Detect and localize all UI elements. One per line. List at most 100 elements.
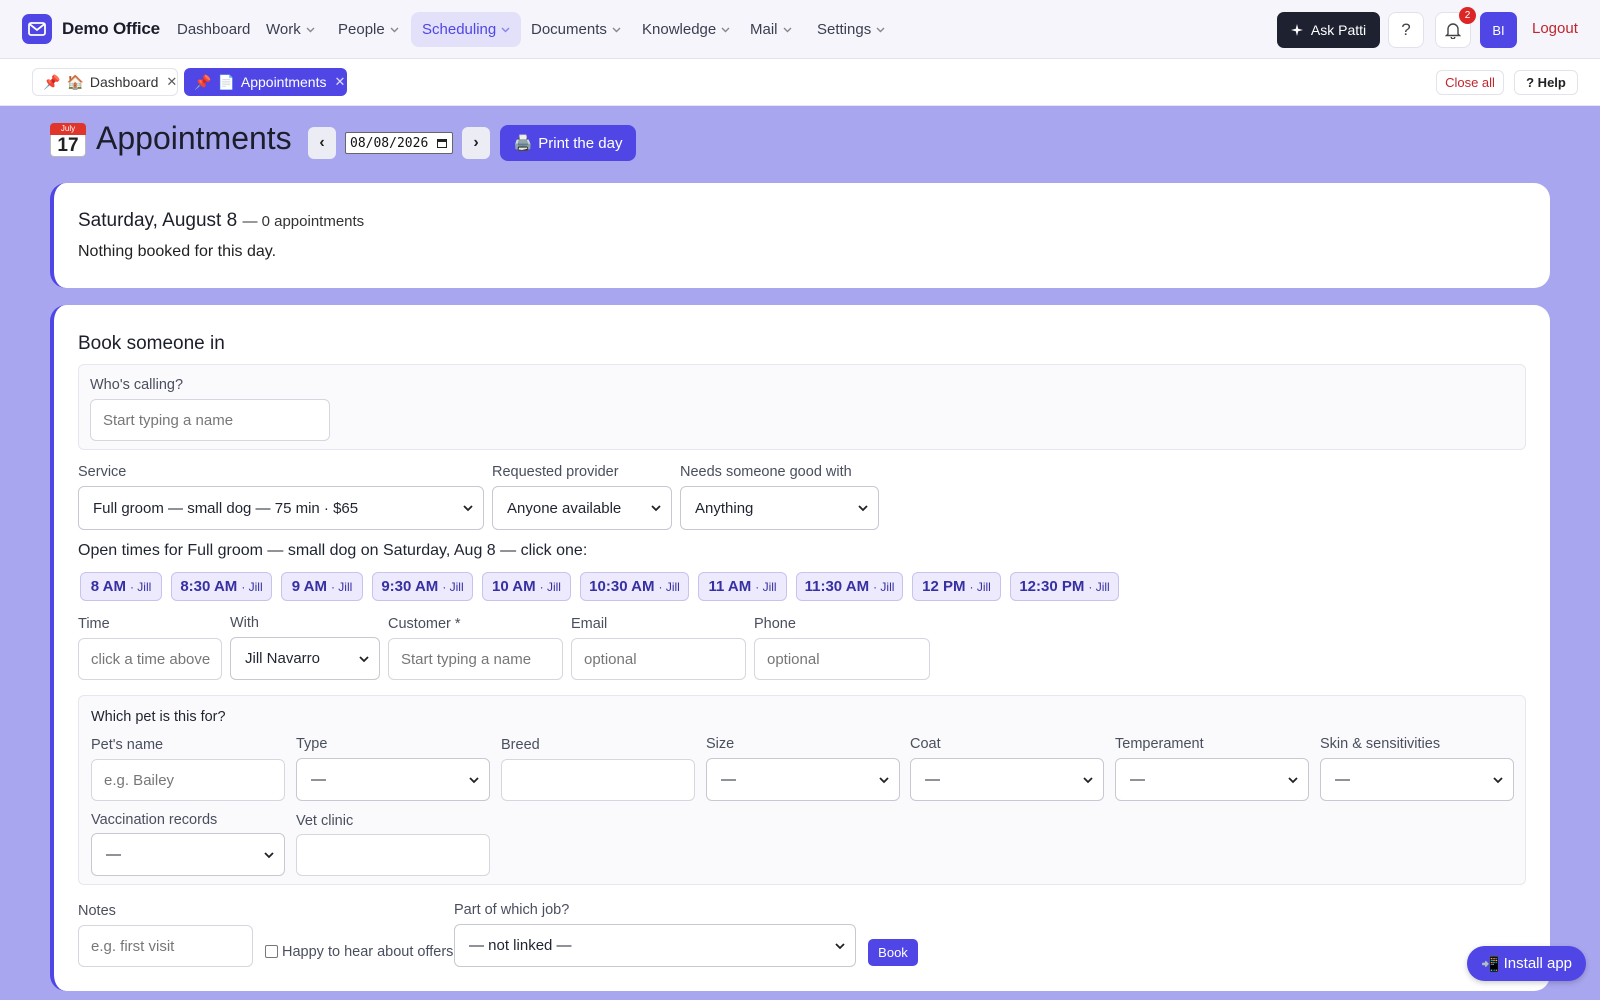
temperament-select[interactable]: — xyxy=(1115,758,1309,801)
chevron-down-icon xyxy=(390,27,399,33)
chevron-down-icon xyxy=(359,655,369,662)
printer-icon: 🖨️ xyxy=(513,135,533,152)
print-day-button[interactable]: 🖨️ Print the day xyxy=(500,125,636,161)
chevron-down-icon xyxy=(469,776,479,783)
customer-input[interactable]: Start typing a name xyxy=(388,638,563,680)
notes-label: Notes xyxy=(78,903,116,919)
time-label: Time xyxy=(78,616,110,632)
chevron-down-icon xyxy=(463,505,473,512)
day-summary-card: Saturday, August 8 — 0 appointments Noth… xyxy=(50,183,1550,288)
brand[interactable]: Demo Office xyxy=(22,14,160,44)
chevron-down-icon xyxy=(501,27,510,33)
bell-icon xyxy=(1445,22,1461,39)
nav-people[interactable]: People xyxy=(327,12,410,47)
close-icon[interactable]: ✕ xyxy=(166,74,177,90)
calendar-icon: July 17 xyxy=(50,121,86,157)
pet-name-label: Pet's name xyxy=(91,737,164,753)
close-all-button[interactable]: Close all xyxy=(1436,70,1504,95)
tab-dashboard[interactable]: 📌 🏠 Dashboard ✕ xyxy=(32,68,178,96)
nav-documents[interactable]: Documents xyxy=(520,12,632,47)
caller-section: Who's calling? Start typing a name xyxy=(78,364,1526,450)
chevron-down-icon xyxy=(1288,776,1298,783)
sparkle-icon xyxy=(1290,24,1303,36)
size-select[interactable]: — xyxy=(706,758,900,801)
chevron-down-icon xyxy=(1083,776,1093,783)
open-times-heading: Open times for Full groom — small dog on… xyxy=(78,542,588,559)
close-icon[interactable]: ✕ xyxy=(334,74,345,90)
empty-state-text: Nothing booked for this day. xyxy=(78,243,277,260)
time-slot[interactable]: 8:30 AM · Jill xyxy=(171,572,272,601)
nav-knowledge[interactable]: Knowledge xyxy=(631,12,741,47)
pet-type-label: Type xyxy=(296,736,328,752)
install-app-button[interactable]: 📲 Install app xyxy=(1467,946,1586,981)
caller-input[interactable]: Start typing a name xyxy=(90,399,330,441)
service-label: Service xyxy=(78,464,127,480)
tab-appointments[interactable]: 📌 📄 Appointments ✕ xyxy=(184,68,347,96)
coat-select[interactable]: — xyxy=(910,758,1104,801)
mail-logo-icon xyxy=(22,14,52,44)
nav-dashboard[interactable]: Dashboard xyxy=(166,12,261,47)
time-slot[interactable]: 8 AM · Jill xyxy=(80,572,162,601)
logout-link[interactable]: Logout xyxy=(1532,20,1578,37)
top-nav: Demo Office Dashboard Work People Schedu… xyxy=(0,0,1600,59)
pet-type-select[interactable]: — xyxy=(296,758,490,801)
phone-install-icon: 📲 xyxy=(1480,955,1500,973)
job-select[interactable]: — not linked — xyxy=(454,924,856,967)
service-select[interactable]: Full groom — small dog — 75 min · $65 xyxy=(78,486,484,530)
prev-day-button[interactable]: ‹ xyxy=(308,127,336,159)
help-button[interactable]: ? xyxy=(1388,12,1424,48)
nav-mail[interactable]: Mail xyxy=(739,12,803,47)
vet-input[interactable] xyxy=(296,834,490,876)
chevron-down-icon xyxy=(1493,776,1503,783)
pin-icon: 📌 xyxy=(194,73,212,90)
caller-label: Who's calling? xyxy=(90,377,184,393)
nav-work[interactable]: Work xyxy=(255,12,326,47)
time-slot[interactable]: 9:30 AM · Jill xyxy=(372,572,473,601)
nav-scheduling[interactable]: Scheduling xyxy=(411,12,522,47)
time-slot[interactable]: 9 AM · Jill xyxy=(281,572,363,601)
time-slot[interactable]: 10:30 AM · Jill xyxy=(580,572,689,601)
needs-select[interactable]: Anything xyxy=(680,486,879,530)
job-label: Part of which job? xyxy=(454,902,570,918)
size-label: Size xyxy=(706,736,735,752)
time-slot[interactable]: 12 PM · Jill xyxy=(912,572,1001,601)
book-button[interactable]: Book xyxy=(868,939,918,966)
next-day-button[interactable]: › xyxy=(462,127,490,159)
pet-name-input[interactable]: e.g. Bailey xyxy=(91,759,285,801)
time-input[interactable]: click a time above xyxy=(78,638,222,680)
calendar-picker-icon[interactable] xyxy=(436,137,448,149)
page-title: Appointments xyxy=(96,120,292,156)
breed-input[interactable] xyxy=(501,759,695,801)
chevron-down-icon xyxy=(721,27,730,33)
with-select[interactable]: Jill Navarro xyxy=(230,637,380,680)
ask-patti-button[interactable]: Ask Patti xyxy=(1277,12,1380,48)
vaccination-select[interactable]: — xyxy=(91,833,285,876)
needs-label: Needs someone good with xyxy=(680,464,852,480)
temperament-label: Temperament xyxy=(1115,736,1204,752)
date-input[interactable]: 08/08/2026 xyxy=(345,132,453,154)
notes-input[interactable]: e.g. first visit xyxy=(78,925,253,967)
nav-settings[interactable]: Settings xyxy=(806,12,896,47)
appointment-count: — 0 appointments xyxy=(242,213,365,230)
time-slot[interactable]: 11 AM · Jill xyxy=(698,572,787,601)
time-slot[interactable]: 11:30 AM · Jill xyxy=(796,572,903,601)
provider-select[interactable]: Anyone available xyxy=(492,486,672,530)
chevron-down-icon xyxy=(651,505,661,512)
help-link-button[interactable]: ? Help xyxy=(1514,70,1578,95)
skin-select[interactable]: — xyxy=(1320,758,1514,801)
pet-section: Which pet is this for? Pet's name e.g. B… xyxy=(78,695,1526,885)
chevron-down-icon xyxy=(858,505,868,512)
time-slot[interactable]: 10 AM · Jill xyxy=(482,572,571,601)
email-field[interactable]: optional xyxy=(571,638,746,680)
booking-title: Book someone in xyxy=(78,333,225,354)
chevron-down-icon xyxy=(264,851,274,858)
tab-label: Appointments xyxy=(240,74,327,90)
with-label: With xyxy=(230,615,259,631)
booking-card: Book someone in Who's calling? Start typ… xyxy=(50,305,1550,991)
avatar[interactable]: BI xyxy=(1480,12,1517,48)
phone-field[interactable]: optional xyxy=(754,638,930,680)
offers-checkbox[interactable] xyxy=(265,945,278,958)
email-label: Email xyxy=(571,616,608,632)
time-slot[interactable]: 12:30 PM · Jill xyxy=(1010,572,1119,601)
coat-label: Coat xyxy=(910,736,941,752)
